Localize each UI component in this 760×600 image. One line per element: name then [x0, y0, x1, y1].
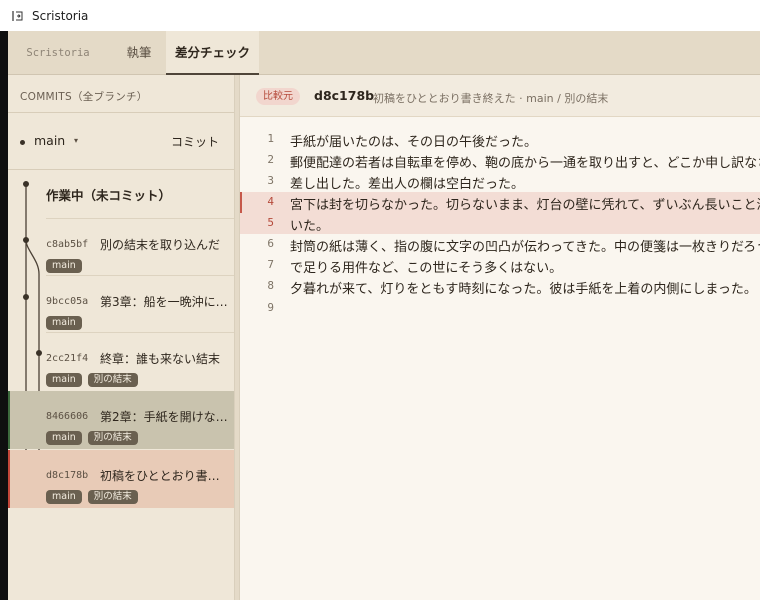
line-number: 3: [267, 174, 274, 187]
commit-hash: 9bcc05a: [46, 296, 89, 307]
title-bar: Scristoria: [0, 0, 760, 31]
branch-tag: 別の結末: [87, 431, 138, 445]
branch-selector[interactable]: main: [34, 133, 65, 148]
commits-sidebar: COMMITS（全ブランチ） main ▾ コミット 作業中（未コミット） c8…: [8, 75, 234, 600]
tab-write[interactable]: 執筆: [110, 31, 168, 75]
commits-header: COMMITS（全ブランチ）: [20, 91, 148, 103]
working-copy-label[interactable]: 作業中（未コミット）: [46, 185, 171, 204]
tab-diff-check[interactable]: 差分チェック: [166, 31, 259, 75]
commit-row[interactable]: 2cc21f4 終章：誰も来ない結末 main 別の結末: [46, 332, 234, 390]
commit-message: 第2章：手紙を開けないまま: [100, 410, 228, 424]
diff-view[interactable]: 1 手紙が届いたのは、その日の午後だった。 2 郵便配達の若者は自転車を停め、鞄…: [240, 117, 760, 600]
line-number: 7: [267, 258, 274, 271]
line-text: 宮下は封を切らなかった。切らないまま、灯台の壁に凭れて、ずいぶん長いこと海を見て: [290, 198, 760, 213]
line-number: 8: [267, 279, 274, 292]
selection-marker: [8, 391, 10, 449]
line-text: 差し出した。差出人の欄は空白だった。: [290, 177, 525, 192]
branch-tag: main: [46, 259, 82, 273]
commit-hash: 8466606: [46, 411, 89, 422]
commit-button[interactable]: コミット: [166, 130, 224, 154]
line-text: 手紙が届いたのは、その日の午後だった。: [290, 135, 538, 150]
diff-line: 3 差し出した。差出人の欄は空白だった。: [240, 171, 760, 192]
line-text: 夕暮れが来て、灯りをともす時刻になった。彼は手紙を上着の内側にしまった。: [290, 282, 757, 297]
diff-header: 比較元 d8c178b 初稿をひととおり書き終えた · main / 別の結末: [240, 75, 760, 117]
line-text: で足りる用件など、この世にそう多くはない。: [290, 261, 563, 276]
left-edge-strip: [0, 31, 8, 600]
window-title: Scristoria: [32, 8, 89, 23]
brand-label: Scristoria: [26, 47, 90, 59]
line-number: 6: [267, 237, 274, 250]
chevron-down-icon[interactable]: ▾: [74, 136, 78, 145]
commit-message: 初稿をひととおり書き終えた: [100, 469, 228, 483]
commit-row-compare-base[interactable]: d8c178b 初稿をひととおり書き終えた main 別の結末: [8, 450, 234, 508]
tab-bar: Scristoria 執筆 差分チェック: [8, 31, 760, 75]
diff-line: 1 手紙が届いたのは、その日の午後だった。: [240, 129, 760, 150]
line-text: 郵便配達の若者は自転車を停め、鞄の底から一通を取り出すと、どこか申し訳なさそうに: [290, 156, 760, 171]
branch-tag: 別の結末: [87, 373, 138, 387]
line-number: 9: [267, 301, 274, 314]
line-number: 4: [267, 195, 274, 208]
diff-line-modified: 4 宮下は封を切らなかった。切らないまま、灯台の壁に凭れて、ずいぶん長いこと海を…: [240, 192, 760, 234]
diff-line: 6 封筒の紙は薄く、指の腹に文字の凹凸が伝わってきた。中の便箋は一枚きりだろう。…: [240, 234, 760, 255]
diff-line: 7 で足りる用件など、この世にそう多くはない。: [240, 255, 760, 276]
app-icon: [12, 10, 23, 22]
commit-hash: 2cc21f4: [46, 353, 89, 364]
line-text: いた。: [290, 219, 330, 234]
line-text: 封筒の紙は薄く、指の腹に文字の凹凸が伝わってきた。中の便箋は一枚きりだろう。一枚: [290, 240, 760, 255]
line-number: 5: [267, 216, 274, 229]
commit-row[interactable]: c8ab5bf 別の結末を取り込んだ main: [46, 218, 234, 276]
line-number: 2: [267, 153, 274, 166]
branch-tag: main: [46, 316, 82, 330]
branch-tag: main: [46, 373, 82, 387]
diff-line: 2 郵便配達の若者は自転車を停め、鞄の底から一通を取り出すと、どこか申し訳なさそ…: [240, 150, 760, 171]
compare-base-badge: 比較元: [256, 88, 300, 105]
compare-message: 初稿をひととおり書き終えた · main / 別の結末: [373, 92, 609, 105]
commit-message: 第3章：船を一晩沖に出す: [100, 295, 228, 309]
compare-hash: d8c178b: [314, 88, 375, 103]
commit-row-selected[interactable]: 8466606 第2章：手紙を開けないまま main 別の結末: [8, 391, 234, 449]
branch-tag: main: [46, 490, 82, 504]
branch-tag: main: [46, 431, 82, 445]
diff-line-modified: 5 いた。: [240, 213, 760, 234]
commit-message: 別の結末を取り込んだ: [100, 238, 221, 252]
commit-row[interactable]: 9bcc05a 第3章：船を一晩沖に出す main: [46, 275, 234, 333]
line-number: 1: [267, 132, 274, 145]
branch-row: main ▾ コミット: [8, 113, 234, 169]
commit-message: 終章：誰も来ない結末: [100, 352, 221, 366]
diff-line: 9: [240, 298, 760, 319]
commit-hash: d8c178b: [46, 470, 89, 481]
diff-line: 8 夕暮れが来て、灯りをともす時刻になった。彼は手紙を上着の内側にしまった。: [240, 276, 760, 297]
commit-hash: c8ab5bf: [46, 239, 89, 250]
compare-marker: [8, 450, 10, 508]
branch-tag: 別の結末: [87, 490, 138, 504]
branch-dot-icon: [20, 140, 25, 145]
